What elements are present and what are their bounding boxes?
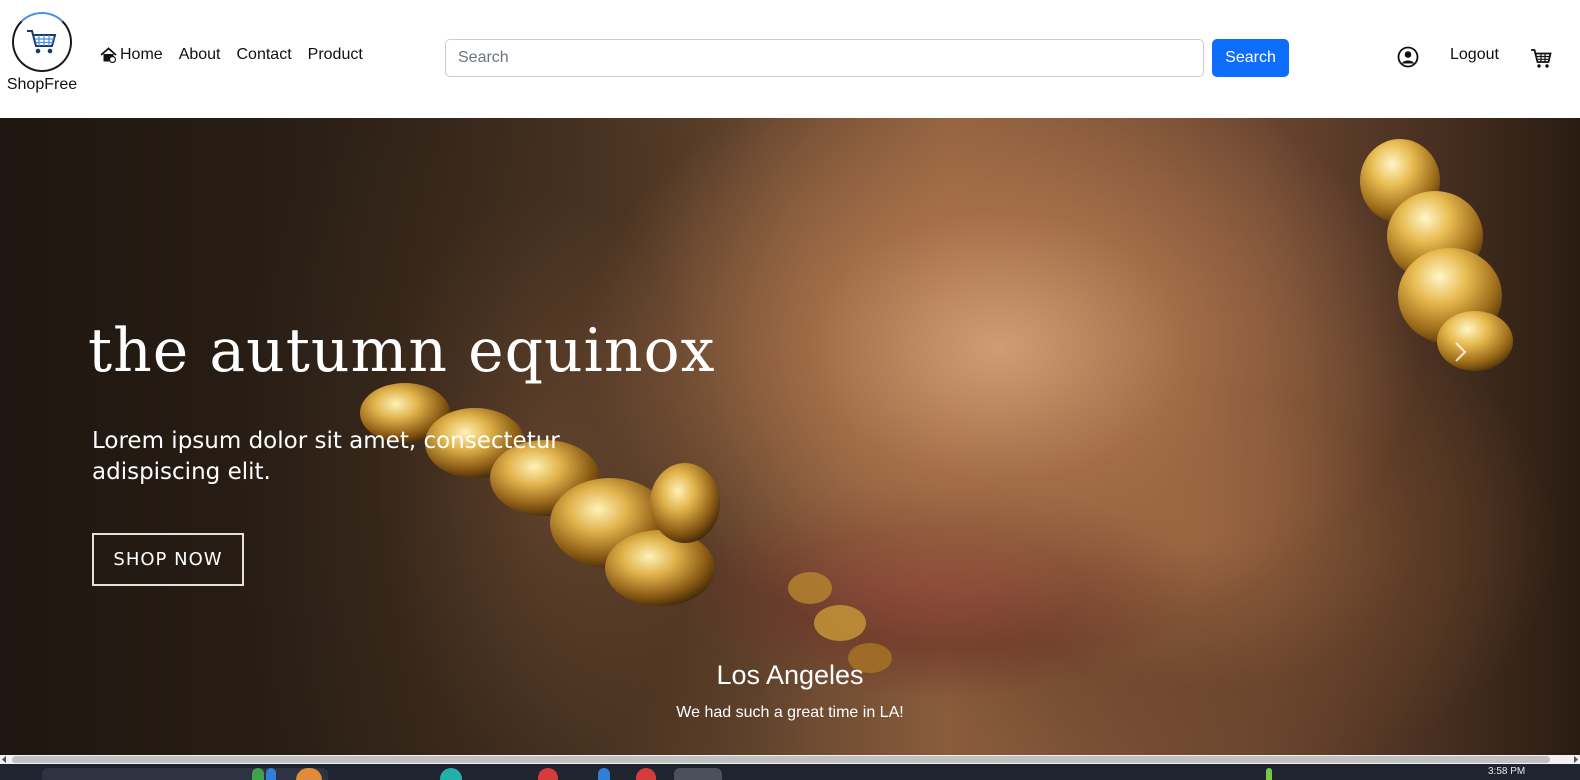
taskbar-app-icon[interactable] bbox=[266, 768, 276, 780]
brand-name: ShopFree bbox=[6, 76, 78, 93]
search-button[interactable]: Search bbox=[1212, 39, 1289, 77]
shop-now-button[interactable]: SHOP NOW bbox=[92, 533, 244, 586]
taskbar-window-item[interactable] bbox=[42, 768, 328, 780]
taskbar-app-icon[interactable] bbox=[636, 768, 656, 780]
navbar: ShopFree Home About Contact Product Sear… bbox=[0, 0, 1580, 118]
shopping-cart-icon[interactable] bbox=[1530, 47, 1552, 69]
scroll-left-arrow-icon[interactable] bbox=[0, 755, 10, 764]
nav-about-link[interactable]: About bbox=[179, 46, 221, 64]
taskbar-file-explorer-icon[interactable] bbox=[252, 768, 264, 780]
logout-link[interactable]: Logout bbox=[1450, 46, 1499, 64]
home-icon bbox=[100, 47, 117, 63]
horizontal-scrollbar[interactable] bbox=[0, 755, 1580, 764]
os-taskbar: 3:58 PM bbox=[0, 764, 1580, 780]
search-input[interactable] bbox=[445, 39, 1204, 77]
nav-contact-link[interactable]: Contact bbox=[237, 46, 292, 64]
taskbar-clock[interactable]: 3:58 PM bbox=[1488, 766, 1525, 777]
scrollbar-thumb[interactable] bbox=[12, 756, 1550, 763]
scroll-right-arrow-icon[interactable] bbox=[1570, 755, 1580, 764]
gold-bracelet-image bbox=[360, 383, 720, 606]
gold-earring-image bbox=[1360, 139, 1513, 371]
user-circle-icon[interactable] bbox=[1397, 46, 1419, 68]
taskbar-app-icon[interactable] bbox=[674, 768, 722, 780]
shopping-cart-logo-icon bbox=[12, 12, 72, 72]
taskbar-app-icon[interactable] bbox=[598, 768, 610, 780]
brand[interactable]: ShopFree bbox=[4, 12, 80, 94]
taskbar-tray-icon[interactable] bbox=[1266, 768, 1272, 780]
hero-title: the autumn equinox bbox=[88, 316, 716, 386]
hero-carousel: the autumn equinox Lorem ipsum dolor sit… bbox=[0, 118, 1580, 755]
taskbar-app-icon[interactable] bbox=[440, 768, 462, 780]
nav-product-link[interactable]: Product bbox=[308, 46, 363, 64]
main-nav: Home About Contact Product bbox=[100, 46, 363, 64]
nav-home-label: Home bbox=[120, 46, 163, 63]
carousel-caption-title: Los Angeles bbox=[716, 660, 864, 690]
hero-description: Lorem ipsum dolor sit amet, consectetur … bbox=[92, 428, 560, 485]
nav-home-link[interactable]: Home bbox=[100, 46, 163, 64]
taskbar-app-icon[interactable] bbox=[538, 768, 558, 780]
chevron-right-icon[interactable] bbox=[1448, 340, 1472, 364]
carousel-caption-text: We had such a great time in LA! bbox=[676, 704, 904, 721]
